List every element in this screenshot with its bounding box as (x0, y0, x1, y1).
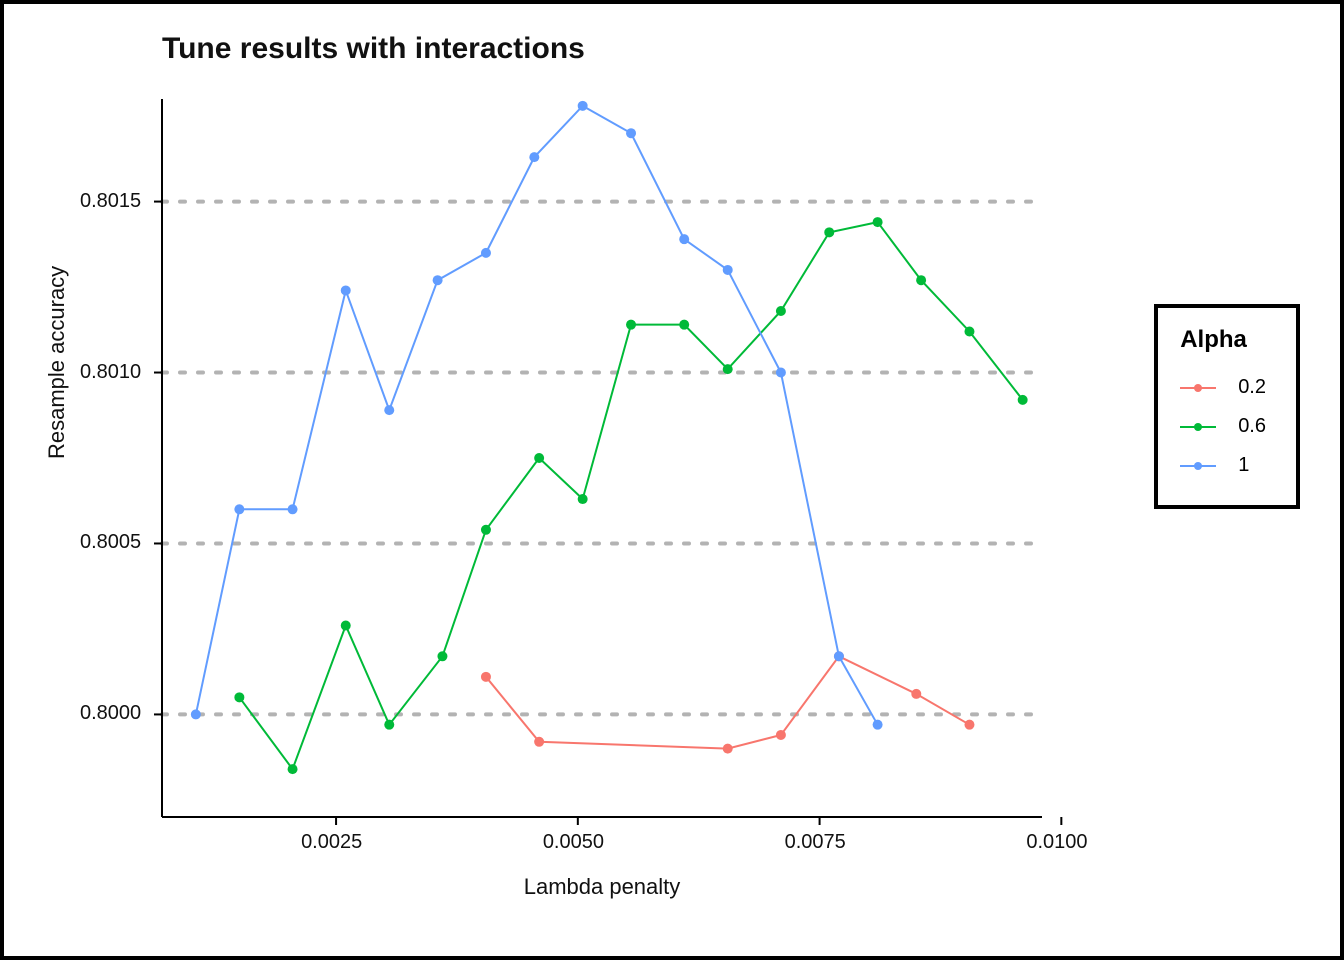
plot-area (162, 99, 1042, 817)
y-tick-label: 0.8000 (80, 702, 141, 725)
x-tick-label: 0.0075 (785, 831, 846, 854)
legend-swatch (1180, 378, 1216, 398)
y-tick-label: 0.8010 (80, 361, 141, 384)
y-tick-label: 0.8015 (80, 190, 141, 213)
legend-item: 1 (1180, 446, 1266, 485)
legend-item: 0.6 (1180, 407, 1266, 446)
chart-title: Tune results with interactions (162, 32, 585, 66)
legend-item: 0.2 (1180, 368, 1266, 407)
x-tick-label: 0.0050 (543, 831, 604, 854)
x-tick-label: 0.0100 (1026, 831, 1087, 854)
legend-label: 1 (1238, 454, 1249, 477)
legend-items: 0.2 0.6 1 (1180, 368, 1266, 485)
x-axis-label: Lambda penalty (162, 874, 1042, 900)
chart-frame: Tune results with interactions Resample … (0, 0, 1344, 960)
legend-label: 0.2 (1238, 376, 1266, 399)
y-axis-label: Resample accuracy (44, 266, 70, 459)
legend-title: Alpha (1180, 326, 1266, 354)
legend-swatch (1180, 417, 1216, 437)
plot-svg (162, 99, 1042, 817)
y-tick-label: 0.8005 (80, 531, 141, 554)
legend-swatch (1180, 456, 1216, 476)
legend: Alpha 0.2 0.6 1 (1154, 304, 1300, 509)
legend-label: 0.6 (1238, 415, 1266, 438)
x-tick-label: 0.0025 (301, 831, 362, 854)
